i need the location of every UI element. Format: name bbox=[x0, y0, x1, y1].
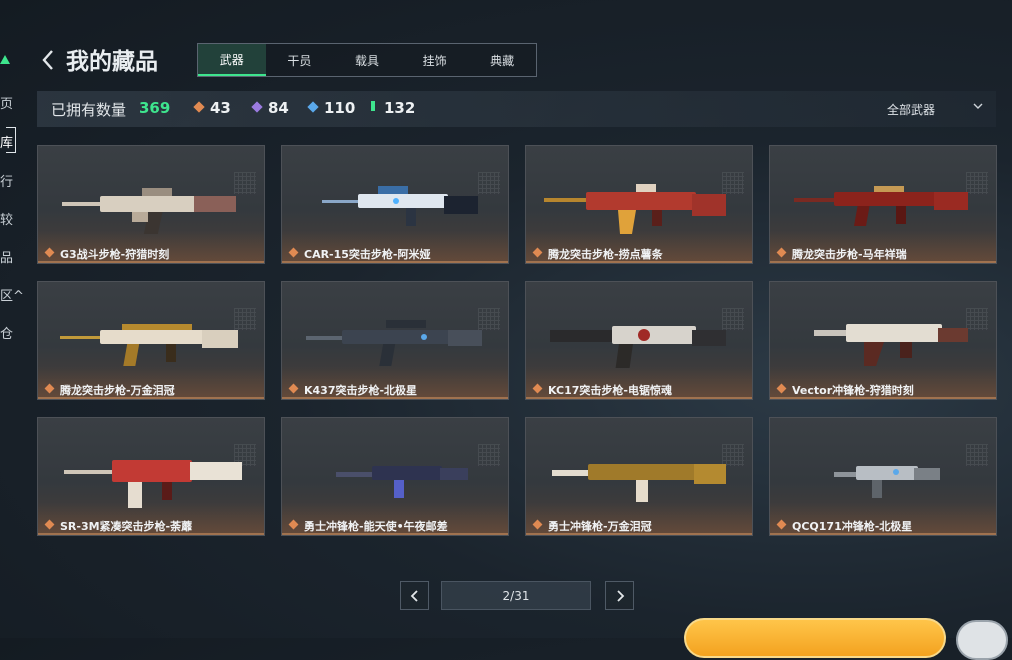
weapon-card[interactable]: 腾龙突击步枪-万金泪冠 bbox=[37, 281, 265, 400]
rifle-icon bbox=[64, 460, 242, 508]
rifle-icon bbox=[794, 186, 968, 226]
rarity-orange-count: 43 bbox=[193, 99, 231, 117]
rarity-blue-value: 110 bbox=[324, 99, 356, 117]
weapon-card[interactable]: 腾龙突击步枪-马年祥瑞 bbox=[769, 145, 997, 264]
chevron-left-icon bbox=[410, 590, 418, 602]
nav-collapse-arrow-icon[interactable] bbox=[0, 55, 10, 64]
weapon-card[interactable]: CAR-15突击步枪-阿米娅 bbox=[281, 145, 509, 264]
weapon-name: K437突击步枪-北极星 bbox=[304, 384, 418, 397]
category-tabs: 武器 干员 载具 挂饰 典藏 bbox=[197, 43, 537, 77]
weapon-card[interactable]: KC17突击步枪-电锯惊魂 bbox=[525, 281, 753, 400]
sidebar-item-1[interactable]: 页 bbox=[0, 93, 13, 112]
weapon-name: 腾龙突击步枪-捞点薯条 bbox=[548, 248, 663, 261]
weapon-card[interactable]: G3战斗步枪-狩猎时刻 bbox=[37, 145, 265, 264]
sidebar-item-3[interactable]: 行 bbox=[0, 171, 13, 190]
smg-icon bbox=[834, 466, 940, 498]
chevron-left-icon[interactable] bbox=[40, 48, 56, 72]
smg-icon bbox=[336, 466, 468, 498]
rarity-blue-count: 110 bbox=[307, 99, 356, 117]
weapon-card[interactable]: Vector冲锋枪-狩猎时刻 bbox=[769, 281, 997, 400]
blue-gem-icon bbox=[307, 101, 319, 113]
rarity-bar bbox=[526, 533, 752, 535]
rifle-icon bbox=[62, 188, 236, 234]
sidebar-active-indicator bbox=[6, 127, 16, 153]
next-page-button[interactable] bbox=[605, 581, 634, 610]
weapon-name: 勇士冲锋枪-能天使•午夜邮差 bbox=[304, 520, 448, 533]
stats-bar: 已拥有数量 369 43 84 110 132 全部武器 bbox=[37, 91, 996, 127]
weapon-name: G3战斗步枪-狩猎时刻 bbox=[60, 248, 170, 261]
rarity-bar bbox=[38, 397, 264, 399]
weapon-name: SR-3M紧凑突击步枪-荼蘼 bbox=[60, 520, 193, 533]
orange-gem-icon bbox=[193, 101, 205, 113]
rifle-icon bbox=[306, 320, 482, 366]
weapon-card[interactable]: 勇士冲锋枪-能天使•午夜邮差 bbox=[281, 417, 509, 536]
sidebar-item-7[interactable]: 仓 bbox=[0, 323, 13, 342]
sidebar-item-6[interactable]: 区^ bbox=[0, 285, 24, 304]
owned-label: 已拥有数量 bbox=[51, 101, 127, 119]
rarity-bar bbox=[38, 261, 264, 263]
weapon-name: KC17突击步枪-电锯惊魂 bbox=[548, 384, 672, 397]
sidebar-item-5[interactable]: 品 bbox=[0, 247, 13, 266]
chevron-right-icon bbox=[617, 590, 625, 602]
page-indicator: 2/31 bbox=[441, 581, 591, 610]
rarity-bar bbox=[770, 533, 996, 535]
tab-charms[interactable]: 挂饰 bbox=[401, 44, 469, 76]
prev-page-button[interactable] bbox=[400, 581, 429, 610]
rifle-icon bbox=[544, 184, 726, 234]
rarity-bar bbox=[770, 397, 996, 399]
rifle-icon bbox=[60, 324, 238, 366]
rarity-bar bbox=[526, 397, 752, 399]
tab-collection[interactable]: 典藏 bbox=[468, 44, 536, 76]
rifle-icon bbox=[322, 186, 478, 226]
weapon-name: 勇士冲锋枪-万金泪冠 bbox=[548, 520, 652, 533]
rarity-orange-value: 43 bbox=[210, 99, 231, 117]
weapon-card[interactable]: QCQ171冲锋枪-北极星 bbox=[769, 417, 997, 536]
rarity-purple-count: 84 bbox=[251, 99, 289, 117]
smg-icon bbox=[552, 464, 726, 502]
rarity-bar bbox=[38, 533, 264, 535]
weapon-filter-dropdown[interactable]: 全部武器 bbox=[887, 97, 987, 121]
rarity-green-value: 132 bbox=[384, 99, 416, 117]
primary-action-button[interactable] bbox=[684, 618, 946, 658]
weapon-card[interactable]: 腾龙突击步枪-捞点薯条 bbox=[525, 145, 753, 264]
weapon-name: 腾龙突击步枪-马年祥瑞 bbox=[792, 248, 907, 261]
weapon-name: QCQ171冲锋枪-北极星 bbox=[792, 520, 913, 533]
weapon-name: 腾龙突击步枪-万金泪冠 bbox=[60, 384, 175, 397]
purple-gem-icon bbox=[251, 101, 263, 113]
rarity-purple-value: 84 bbox=[268, 99, 289, 117]
tab-vehicles[interactable]: 载具 bbox=[333, 44, 401, 76]
rarity-bar bbox=[526, 261, 752, 263]
rifle-icon bbox=[550, 326, 726, 368]
filter-label: 全部武器 bbox=[887, 103, 936, 117]
rarity-bar bbox=[282, 533, 508, 535]
rarity-bar bbox=[770, 261, 996, 263]
tab-operators[interactable]: 干员 bbox=[266, 44, 334, 76]
green-gem-icon bbox=[371, 101, 375, 111]
rarity-bar bbox=[282, 397, 508, 399]
weapon-name: Vector冲锋枪-狩猎时刻 bbox=[792, 384, 914, 397]
weapon-name: CAR-15突击步枪-阿米娅 bbox=[304, 248, 431, 261]
rarity-green-count: 132 bbox=[371, 99, 415, 117]
smg-icon bbox=[814, 324, 968, 366]
rarity-bar bbox=[282, 261, 508, 263]
weapon-card[interactable]: SR-3M紧凑突击步枪-荼蘼 bbox=[37, 417, 265, 536]
chevron-down-icon bbox=[973, 103, 983, 109]
sidebar-item-4[interactable]: 较 bbox=[0, 209, 13, 228]
weapon-card[interactable]: 勇士冲锋枪-万金泪冠 bbox=[525, 417, 753, 536]
secondary-action-button[interactable] bbox=[956, 620, 1008, 660]
tab-weapons[interactable]: 武器 bbox=[198, 44, 266, 76]
weapon-card[interactable]: K437突击步枪-北极星 bbox=[281, 281, 509, 400]
page-title: 我的藏品 bbox=[66, 49, 158, 75]
owned-count: 369 bbox=[139, 99, 171, 117]
